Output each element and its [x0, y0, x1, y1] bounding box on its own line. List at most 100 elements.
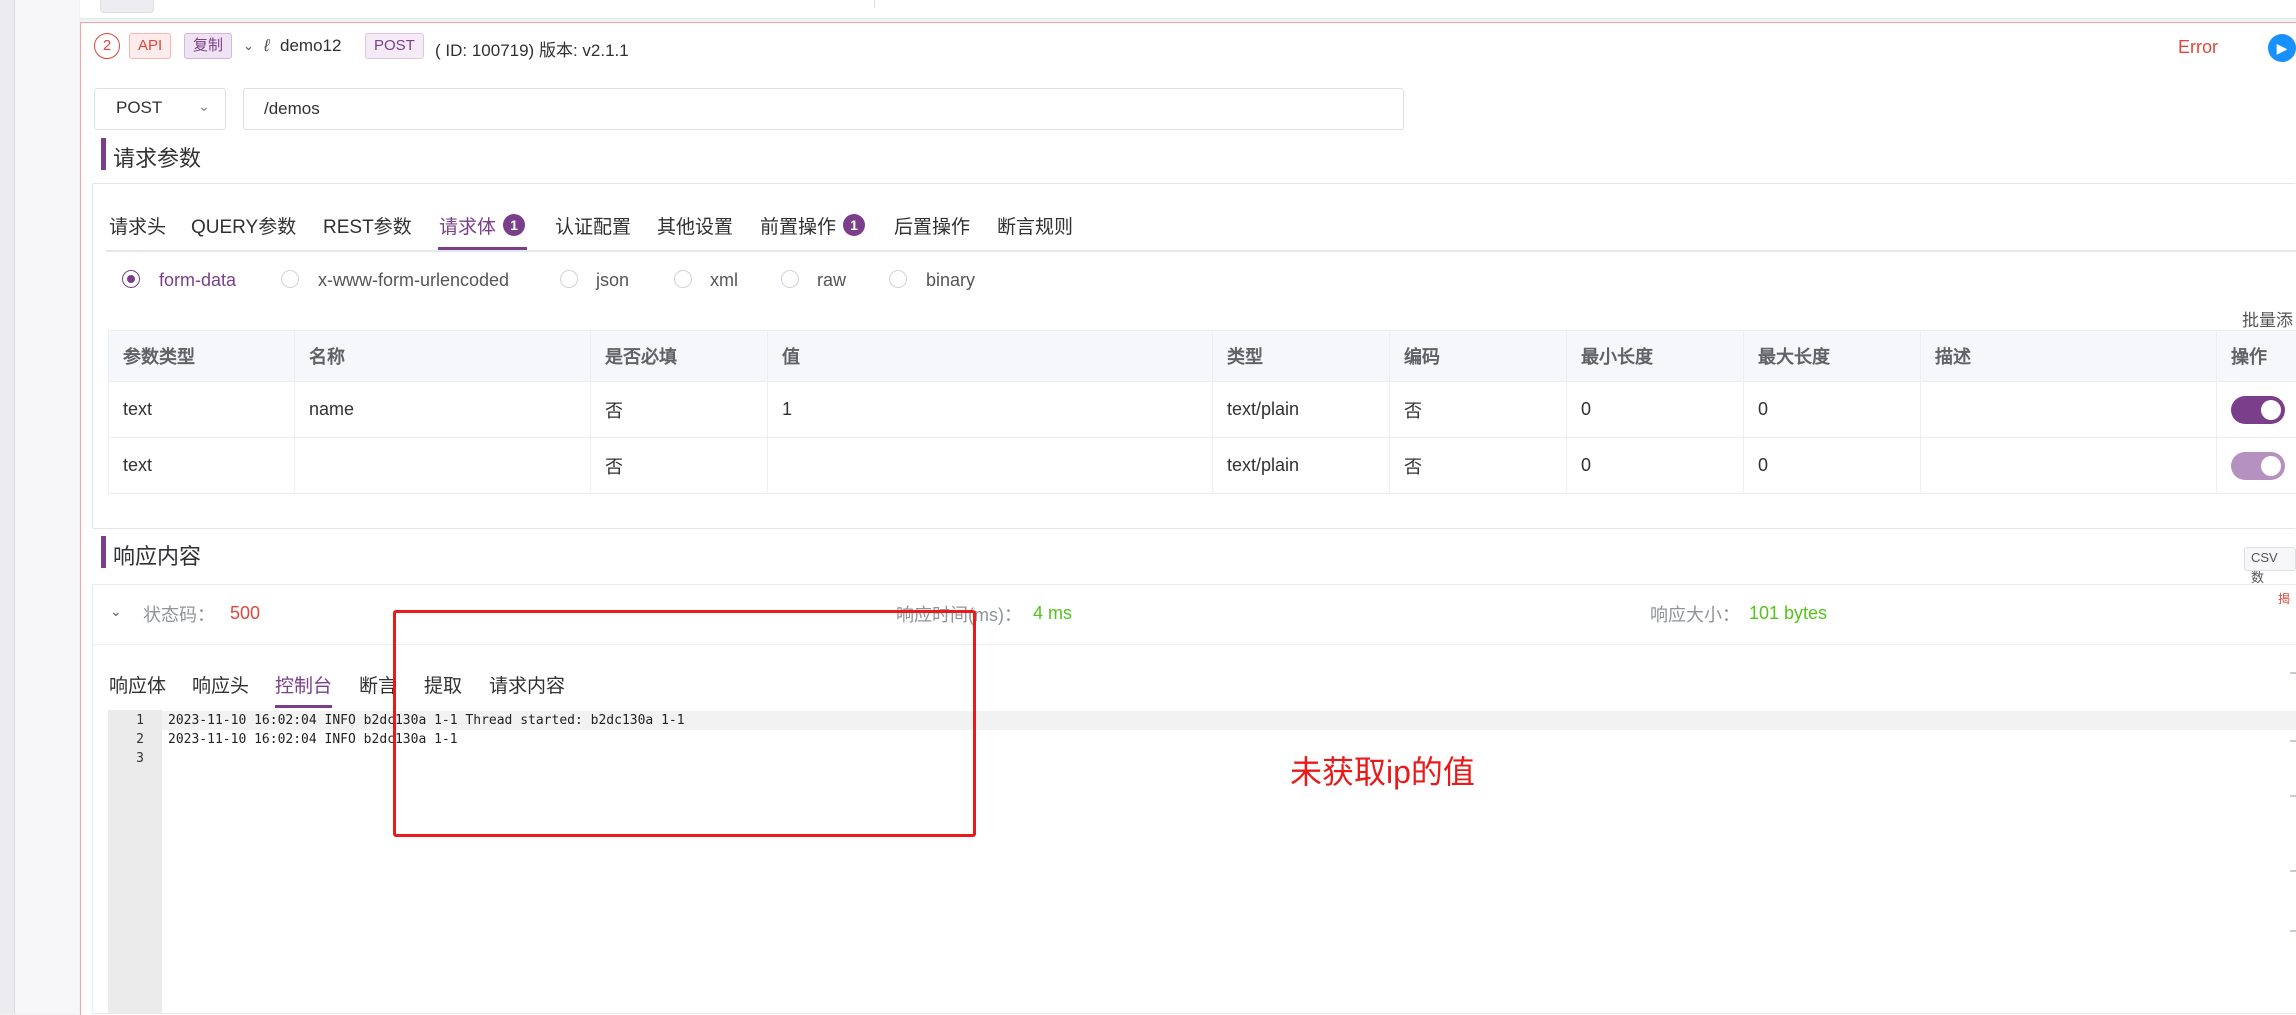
cell-value[interactable]: [768, 438, 1213, 494]
active-tab-indicator: [438, 247, 527, 250]
radio-label-xml[interactable]: xml: [710, 270, 738, 291]
annotation-highlight-box: [393, 610, 976, 837]
radio-raw[interactable]: [781, 270, 799, 288]
scrollbar-tick: [2290, 930, 2296, 932]
scrollbar-tick: [2290, 870, 2296, 872]
params-table: 参数类型 名称 是否必填 值 类型 编码 最小长度 最大长度 描述 操作 tex…: [108, 330, 2296, 494]
column-header: 名称: [295, 331, 591, 382]
tab-assertions[interactable]: 断言规则: [997, 212, 1073, 239]
radio-label-raw[interactable]: raw: [817, 270, 846, 291]
api-name[interactable]: demo12: [280, 36, 341, 56]
section-marker: [101, 138, 106, 170]
radio-label-form-data[interactable]: form-data: [159, 270, 236, 291]
cell-required[interactable]: 否: [591, 438, 768, 494]
previous-step-strip: [80, 0, 2296, 19]
tab-response-headers[interactable]: 响应头: [192, 671, 249, 698]
tab-query[interactable]: QUERY参数: [191, 212, 296, 239]
scrollbar-tick: [2290, 672, 2296, 674]
tab-body-badge: 1: [503, 214, 525, 236]
line-number: 3: [108, 751, 144, 766]
line-number: 1: [108, 713, 144, 728]
table-header-row: 参数类型 名称 是否必填 值 类型 编码 最小长度 最大长度 描述 操作: [109, 331, 2296, 382]
tab-other[interactable]: 其他设置: [657, 212, 733, 239]
previous-step-tab[interactable]: [100, 0, 154, 13]
radio-label-json[interactable]: json: [596, 270, 629, 291]
tab-post-ops[interactable]: 后置操作: [894, 212, 970, 239]
cell-actions: [2217, 382, 2296, 438]
tabs-divider: [106, 250, 2296, 252]
cell-min-length[interactable]: 0: [1567, 382, 1744, 438]
cell-param-type[interactable]: text: [109, 382, 295, 438]
table-row: text name 否 1 text/plain 否 0 0: [109, 382, 2296, 438]
tab-pre-ops[interactable]: 前置操作: [760, 212, 836, 239]
tab-headers[interactable]: 请求头: [109, 212, 166, 239]
cell-name[interactable]: [295, 438, 591, 494]
edit-icon[interactable]: ℓ: [264, 36, 270, 56]
column-header: 描述: [1921, 331, 2217, 382]
copy-tag[interactable]: 复制: [184, 33, 232, 59]
tab-auth[interactable]: 认证配置: [555, 212, 631, 239]
enable-toggle[interactable]: [2231, 396, 2285, 424]
column-header: 最大长度: [1744, 331, 1921, 382]
cell-name[interactable]: name: [295, 382, 591, 438]
cell-max-length[interactable]: 0: [1744, 382, 1921, 438]
tab-body[interactable]: 请求体: [439, 212, 496, 239]
radio-label-binary[interactable]: binary: [926, 270, 975, 291]
scrollbar-tick: [2290, 795, 2296, 797]
column-header: 值: [768, 331, 1213, 382]
cell-required[interactable]: 否: [591, 382, 768, 438]
chevron-down-icon[interactable]: ⌄: [110, 603, 122, 620]
url-input[interactable]: [243, 88, 1404, 130]
cell-description[interactable]: [1921, 382, 2217, 438]
cell-min-length[interactable]: 0: [1567, 438, 1744, 494]
cell-encode[interactable]: 否: [1390, 438, 1567, 494]
tab-pre-ops-badge: 1: [843, 214, 865, 236]
response-time-value: 4 ms: [1033, 603, 1072, 624]
left-rail: [0, 0, 15, 1014]
id-version: ( ID: 100719) 版本: v2.1.1: [435, 36, 629, 61]
batch-add-link[interactable]: 批量添: [2242, 306, 2293, 331]
column-header: 编码: [1390, 331, 1567, 382]
cell-param-type[interactable]: text: [109, 438, 295, 494]
api-tag: API: [129, 33, 171, 59]
radio-binary[interactable]: [889, 270, 907, 288]
left-gap: [15, 0, 79, 1014]
status-code-label: 状态码：: [143, 601, 215, 627]
cell-content-type[interactable]: text/plain: [1213, 438, 1390, 494]
chevron-down-icon[interactable]: ⌄: [243, 38, 254, 54]
response-size-label: 响应大小：: [1650, 601, 1740, 627]
radio-form-data[interactable]: [122, 270, 140, 288]
column-header: 是否必填: [591, 331, 768, 382]
scrollbar-tick: [2290, 740, 2296, 742]
csv-button[interactable]: CSV 数: [2244, 547, 2296, 571]
tab-assertion[interactable]: 断言: [359, 671, 397, 698]
method-value: POST: [116, 98, 162, 118]
cell-content-type[interactable]: text/plain: [1213, 382, 1390, 438]
run-icon[interactable]: ▶: [2268, 34, 2296, 62]
chevron-down-icon[interactable]: ⌄: [198, 98, 210, 115]
radio-urlencoded[interactable]: [281, 270, 299, 288]
enable-toggle[interactable]: [2231, 452, 2285, 480]
cell-encode[interactable]: 否: [1390, 382, 1567, 438]
tab-console[interactable]: 控制台: [275, 671, 332, 698]
tab-response-body[interactable]: 响应体: [109, 671, 166, 698]
section-marker: [101, 536, 106, 568]
step-number: 2: [94, 33, 120, 59]
cell-max-length[interactable]: 0: [1744, 438, 1921, 494]
line-number: 2: [108, 732, 144, 747]
column-header: 类型: [1213, 331, 1390, 382]
side-tag[interactable]: 揭: [2278, 590, 2290, 607]
active-tab-indicator: [275, 705, 332, 708]
method-tag: POST: [365, 33, 424, 59]
cell-description[interactable]: [1921, 438, 2217, 494]
radio-json[interactable]: [560, 270, 578, 288]
tab-rest[interactable]: REST参数: [323, 212, 412, 239]
column-header: 操作: [2217, 331, 2296, 382]
cell-value[interactable]: 1: [768, 382, 1213, 438]
radio-label-urlencoded[interactable]: x-www-form-urlencoded: [318, 270, 509, 291]
table-row: text 否 text/plain 否 0 0: [109, 438, 2296, 494]
column-header: 最小长度: [1567, 331, 1744, 382]
divider: [874, 0, 875, 8]
status-error: Error: [2178, 37, 2218, 58]
radio-xml[interactable]: [674, 270, 692, 288]
